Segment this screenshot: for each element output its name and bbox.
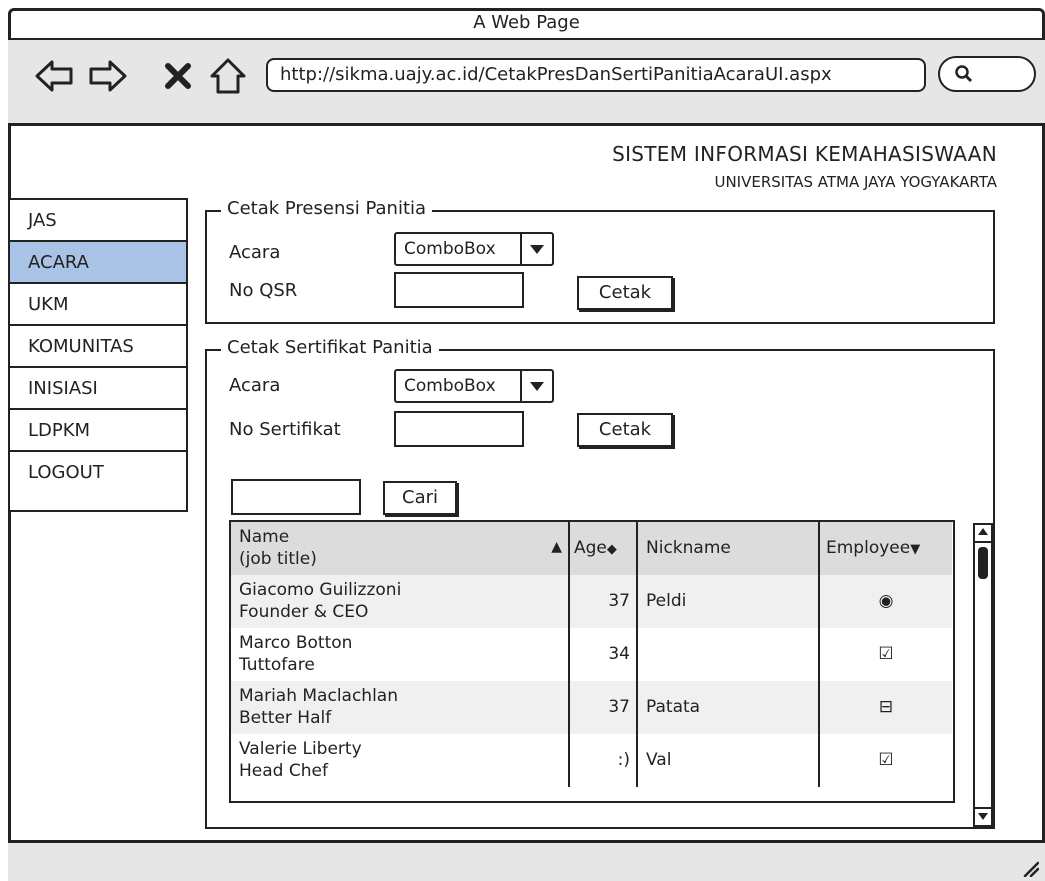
row-nickname: Val bbox=[646, 750, 672, 770]
chevron-down-icon bbox=[520, 371, 552, 401]
checkbox-checked-icon[interactable]: ☑ bbox=[820, 734, 952, 787]
row-name-cell: Valerie Liberty Head Chef bbox=[231, 734, 568, 787]
sertifikat-legend: Cetak Sertifikat Panitia bbox=[221, 337, 439, 358]
col-header-name-line2: (job title) bbox=[239, 549, 317, 569]
browser-toolbar: http://sikma.uajy.ac.id/CetakPresDanSert… bbox=[8, 38, 1045, 126]
sort-both-icon: ◆ bbox=[606, 542, 617, 557]
col-header-employee[interactable]: Employee▼ bbox=[820, 522, 952, 575]
sidebar-item-ldpkm[interactable]: LDPKM bbox=[10, 410, 186, 452]
row-job-title: Better Half bbox=[239, 708, 332, 728]
browser-status-bar bbox=[8, 840, 1045, 881]
row-age: :) bbox=[617, 750, 630, 770]
back-arrow-icon[interactable] bbox=[34, 56, 74, 96]
sertifikat-no-label: No Sertifikat bbox=[229, 419, 341, 440]
scroll-up-icon[interactable] bbox=[975, 525, 991, 543]
sertifikat-cetak-button[interactable]: Cetak bbox=[577, 413, 673, 447]
presensi-acara-value: ComboBox bbox=[404, 239, 496, 259]
row-name: Valerie Liberty bbox=[239, 739, 362, 759]
row-name: Giacomo Guilizzoni bbox=[239, 580, 402, 600]
sidebar-item-jas[interactable]: JAS bbox=[10, 200, 186, 242]
col-header-employee-label: Employee bbox=[826, 538, 911, 558]
table-row[interactable]: Giacomo Guilizzoni Founder & CEO 37 Peld… bbox=[231, 575, 952, 628]
row-nickname bbox=[638, 628, 818, 681]
sort-descending-icon: ▼ bbox=[910, 542, 921, 557]
row-job-title: Tuttofare bbox=[239, 655, 315, 675]
row-nickname: Patata bbox=[646, 697, 701, 717]
close-x-icon[interactable] bbox=[158, 56, 198, 96]
sertifikat-acara-value: ComboBox bbox=[404, 376, 496, 396]
forward-arrow-icon[interactable] bbox=[88, 56, 128, 96]
browser-search-field[interactable] bbox=[938, 56, 1036, 92]
presensi-acara-label: Acara bbox=[229, 242, 281, 263]
presensi-legend: Cetak Presensi Panitia bbox=[221, 198, 433, 219]
row-job-title: Founder & CEO bbox=[239, 602, 369, 622]
row-age: 37 bbox=[608, 697, 630, 717]
presensi-no-qsr-label: No QSR bbox=[229, 280, 298, 301]
row-name-cell: Marco Botton Tuttofare bbox=[231, 628, 568, 681]
sidebar-item-acara[interactable]: ACARA bbox=[10, 242, 186, 284]
table-row[interactable]: Marco Botton Tuttofare 34 ☑ bbox=[231, 628, 952, 681]
presensi-cetak-button[interactable]: Cetak bbox=[577, 276, 673, 310]
search-input[interactable] bbox=[231, 479, 361, 515]
row-age: 37 bbox=[608, 591, 630, 611]
scroll-thumb[interactable] bbox=[978, 547, 988, 579]
row-name-cell: Mariah Maclachlan Better Half bbox=[231, 681, 568, 734]
checkbox-indeterminate-icon[interactable]: ⊟ bbox=[820, 681, 952, 734]
presensi-group: Cetak Presensi Panitia Acara ComboBox No… bbox=[205, 198, 995, 324]
panitia-table: Name (job title) ▲ Age◆ Nickname Employe… bbox=[229, 520, 955, 803]
row-name: Mariah Maclachlan bbox=[239, 686, 399, 706]
table-header-row: Name (job title) ▲ Age◆ Nickname Employe… bbox=[231, 522, 952, 575]
presensi-acara-combobox[interactable]: ComboBox bbox=[394, 232, 554, 266]
scroll-down-icon[interactable] bbox=[975, 807, 991, 825]
row-nickname: Peldi bbox=[646, 591, 687, 611]
sidebar-item-logout[interactable]: LOGOUT bbox=[10, 452, 186, 494]
vertical-scrollbar[interactable] bbox=[973, 523, 993, 827]
resize-grip-icon[interactable] bbox=[1021, 859, 1039, 877]
col-header-age-label: Age bbox=[574, 538, 607, 558]
chevron-down-icon bbox=[520, 234, 552, 264]
address-bar[interactable]: http://sikma.uajy.ac.id/CetakPresDanSert… bbox=[266, 58, 926, 92]
sidebar-item-ukm[interactable]: UKM bbox=[10, 284, 186, 326]
presensi-no-qsr-input[interactable] bbox=[394, 272, 524, 308]
table-row[interactable]: Mariah Maclachlan Better Half 37 Patata … bbox=[231, 681, 952, 734]
row-age: 34 bbox=[608, 644, 630, 664]
window-title: A Web Page bbox=[473, 12, 580, 33]
row-name-cell: Giacomo Guilizzoni Founder & CEO bbox=[231, 575, 568, 628]
table-row[interactable]: Valerie Liberty Head Chef :) Val ☑ bbox=[231, 734, 952, 787]
search-icon bbox=[955, 65, 973, 83]
sertifikat-no-input[interactable] bbox=[394, 411, 524, 447]
col-header-name-line1: Name bbox=[239, 527, 290, 547]
sertifikat-acara-combobox[interactable]: ComboBox bbox=[394, 369, 554, 403]
app-title: SISTEM INFORMASI KEMAHASISWAAN bbox=[612, 142, 997, 166]
home-icon[interactable] bbox=[208, 56, 248, 96]
sertifikat-acara-label: Acara bbox=[229, 375, 281, 396]
app-subtitle: UNIVERSITAS ATMA JAYA YOGYAKARTA bbox=[714, 173, 997, 191]
cari-button[interactable]: Cari bbox=[383, 481, 457, 515]
row-job-title: Head Chef bbox=[239, 761, 328, 781]
checkbox-checked-icon[interactable]: ☑ bbox=[820, 628, 952, 681]
row-name: Marco Botton bbox=[239, 633, 353, 653]
col-header-age[interactable]: Age◆ bbox=[570, 522, 636, 575]
sidebar-menu: JAS ACARA UKM KOMUNITAS INISIASI LDPKM L… bbox=[10, 198, 188, 512]
sidebar-item-komunitas[interactable]: KOMUNITAS bbox=[10, 326, 186, 368]
col-header-nickname[interactable]: Nickname bbox=[638, 522, 818, 575]
sidebar-item-inisiasi[interactable]: INISIASI bbox=[10, 368, 186, 410]
col-header-name[interactable]: Name (job title) ▲ bbox=[231, 522, 568, 575]
radio-selected-icon[interactable]: ◉ bbox=[820, 575, 952, 628]
sort-ascending-icon: ▲ bbox=[551, 539, 562, 555]
